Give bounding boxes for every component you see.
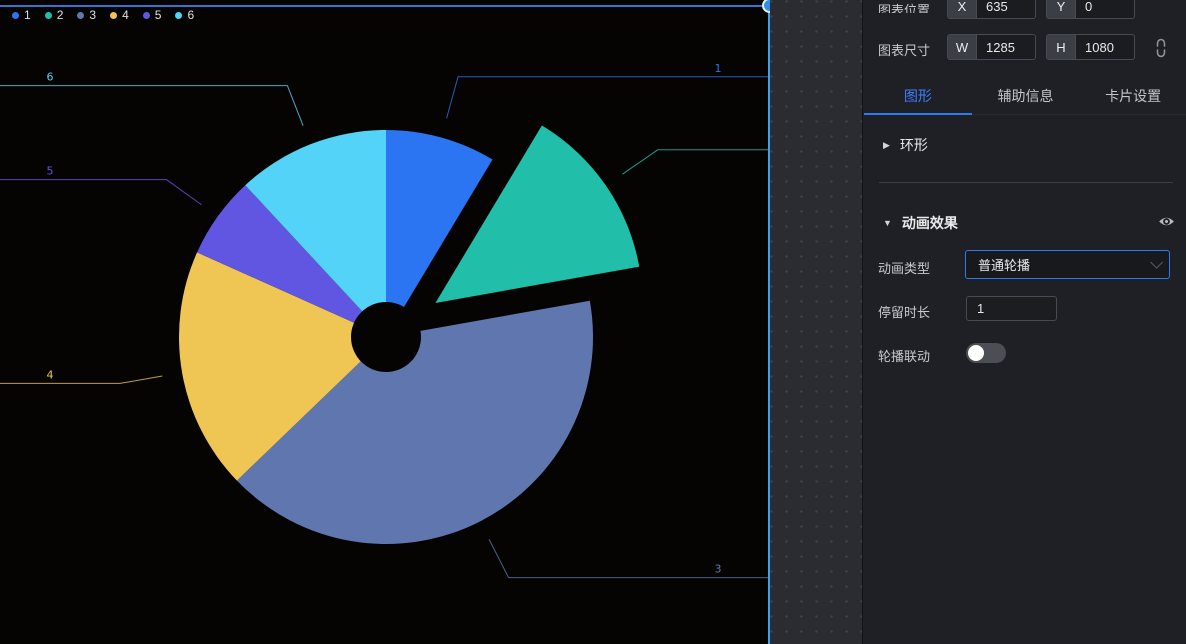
stay-duration-label: 停留时长 [878,305,930,320]
section-animation-header[interactable]: ▼ 动画效果 [883,213,958,233]
carousel-link-toggle[interactable] [966,343,1006,363]
aspect-ratio-link-icon[interactable] [1152,37,1170,59]
canvas-gutter [770,0,862,644]
tab-card[interactable]: 卡片设置 [1079,78,1186,114]
x-position-field[interactable]: X 635 [947,0,1036,19]
callout-line-6 [0,86,303,126]
y-label: Y [1047,0,1076,18]
collapse-arrow-icon[interactable]: ▶ [883,140,890,151]
chart-legend: 1 2 3 4 5 6 [12,9,194,21]
legend-item-5[interactable]: 5 [143,9,162,21]
anim-type-select[interactable]: 普通轮播 [965,250,1170,279]
section-divider [879,182,1173,183]
callout-line-3 [489,539,770,577]
w-value-input[interactable]: 1285 [977,35,1035,59]
chevron-down-icon [1150,256,1163,269]
legend-dot [175,12,182,19]
selection-border-right [768,0,770,644]
w-label: W [948,35,977,59]
legend-label: 1 [24,9,31,21]
section-animation-title: 动画效果 [902,213,958,233]
toggle-knob [968,345,984,361]
h-value-input[interactable]: 1080 [1076,35,1134,59]
h-label: H [1047,35,1076,59]
callout-label-3: 3 [715,563,722,576]
callout-line-1 [447,77,770,118]
legend-item-6[interactable]: 6 [175,9,194,21]
legend-label: 3 [89,9,96,21]
legend-dot [12,12,19,19]
legend-item-1[interactable]: 1 [12,9,31,21]
legend-item-4[interactable]: 4 [110,9,129,21]
legend-dot [110,12,117,19]
pie-chart[interactable]: 1 2 3 4 5 6 [0,0,770,644]
legend-item-3[interactable]: 3 [77,9,96,21]
donut-hole [351,302,421,372]
expand-arrow-icon[interactable]: ▼ [883,218,892,228]
legend-label: 2 [57,9,64,21]
section-ring-header[interactable]: ▶ 环形 [883,135,928,155]
chart-size-label: 图表尺寸 [878,43,930,58]
tab-auxiliary[interactable]: 辅助信息 [972,78,1080,114]
legend-dot [143,12,150,19]
chart-canvas[interactable]: 1 2 3 4 5 6 1 2 3 4 5 6 [0,0,770,644]
legend-label: 4 [122,9,129,21]
visibility-eye-icon[interactable] [1158,215,1175,228]
x-value-input[interactable]: 635 [977,0,1035,18]
callout-line-2 [622,150,770,174]
legend-item-2[interactable]: 2 [45,9,64,21]
stay-duration-input[interactable] [966,296,1057,321]
carousel-link-label: 轮播联动 [878,349,930,364]
callout-label-1: 1 [715,62,722,75]
legend-label: 6 [187,9,194,21]
callout-line-4 [0,376,162,383]
callout-line-5 [0,180,202,205]
legend-dot [45,12,52,19]
legend-label: 5 [155,9,162,21]
section-ring-title: 环形 [900,135,928,155]
anim-type-label: 动画类型 [878,261,930,276]
panel-tabs: 图形 辅助信息 卡片设置 [864,78,1186,115]
x-label: X [948,0,977,18]
y-position-field[interactable]: Y 0 [1046,0,1135,19]
y-value-input[interactable]: 0 [1076,0,1134,18]
callout-label-4: 4 [47,368,54,381]
callout-label-5: 5 [47,165,54,178]
legend-dot [77,12,84,19]
selection-border-top [0,5,770,7]
width-field[interactable]: W 1285 [947,34,1036,60]
tab-graphics[interactable]: 图形 [864,78,972,114]
chart-position-label: 图表位置 [878,3,930,13]
settings-panel: 图表位置 X 635 Y 0 图表尺寸 W 1285 H 1080 图形 辅助信… [862,0,1186,644]
callout-label-6: 6 [47,71,54,84]
anim-type-value: 普通轮播 [978,255,1030,274]
height-field[interactable]: H 1080 [1046,34,1135,60]
